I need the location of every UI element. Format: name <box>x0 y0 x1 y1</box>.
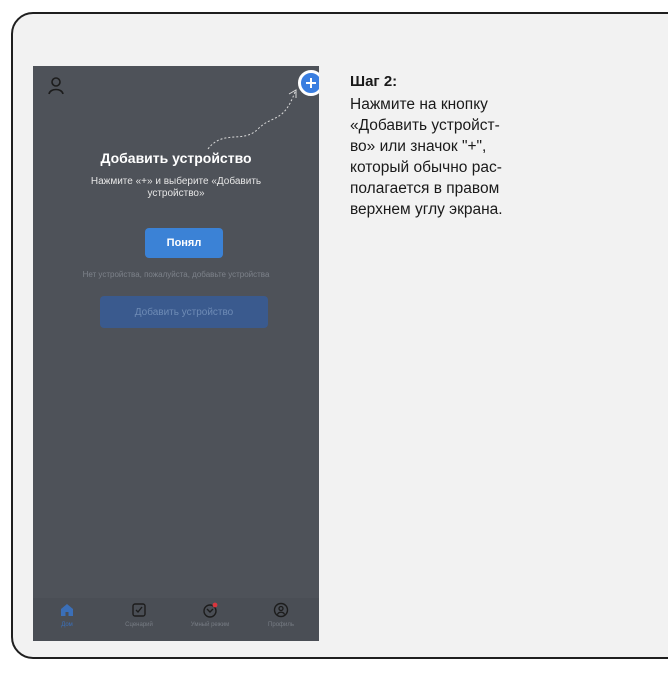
tab-bar: Дом Сценарий Умный режим Профиль <box>33 598 319 641</box>
empty-state-text: Нет устройства, пожалуйста, добавьте уст… <box>82 270 270 279</box>
home-icon <box>61 604 73 616</box>
add-device-button[interactable]: Добавить устройство <box>100 296 268 328</box>
tab-home[interactable]: Дом <box>37 602 97 628</box>
tab-label: Профиль <box>268 622 294 628</box>
step-text-line: который обычно рас- <box>350 159 502 176</box>
tab-label: Сценарий <box>125 622 153 628</box>
step-title: Шаг 2: <box>350 73 398 90</box>
step-text-line: во» или значок "+", <box>350 138 487 155</box>
step-instruction: Шаг 2: Нажмите на кнопку «Добавить устро… <box>350 72 580 220</box>
dashed-arrow-icon <box>207 89 297 150</box>
tab-label: Дом <box>61 622 73 628</box>
step-text-line: верхнем углу экрана. <box>350 201 503 218</box>
overlay-title: Добавить устройство <box>100 150 252 166</box>
phone-screenshot: Добавить устройство Нажмите «+» и выбери… <box>33 66 319 641</box>
tab-scenario[interactable]: Сценарий <box>109 602 169 628</box>
tab-profile[interactable]: Профиль <box>251 602 311 628</box>
ok-button[interactable]: Понял <box>145 228 223 258</box>
add-device-plus-icon[interactable] <box>298 70 319 96</box>
step-text-line: «Добавить устройст- <box>350 117 500 134</box>
profile-icon <box>273 602 289 618</box>
step-text-line: полагается в правом <box>350 180 500 197</box>
user-icon[interactable] <box>47 76 65 96</box>
smart-mode-icon <box>203 602 218 618</box>
overlay-subtitle: Нажмите «+» и выберите «Добавить устройс… <box>90 176 262 199</box>
scenario-icon <box>132 603 146 617</box>
tab-smart-mode[interactable]: Умный режим <box>180 602 240 628</box>
tab-label: Умный режим <box>190 622 230 628</box>
step-text-line: Нажмите на кнопку <box>350 96 488 113</box>
